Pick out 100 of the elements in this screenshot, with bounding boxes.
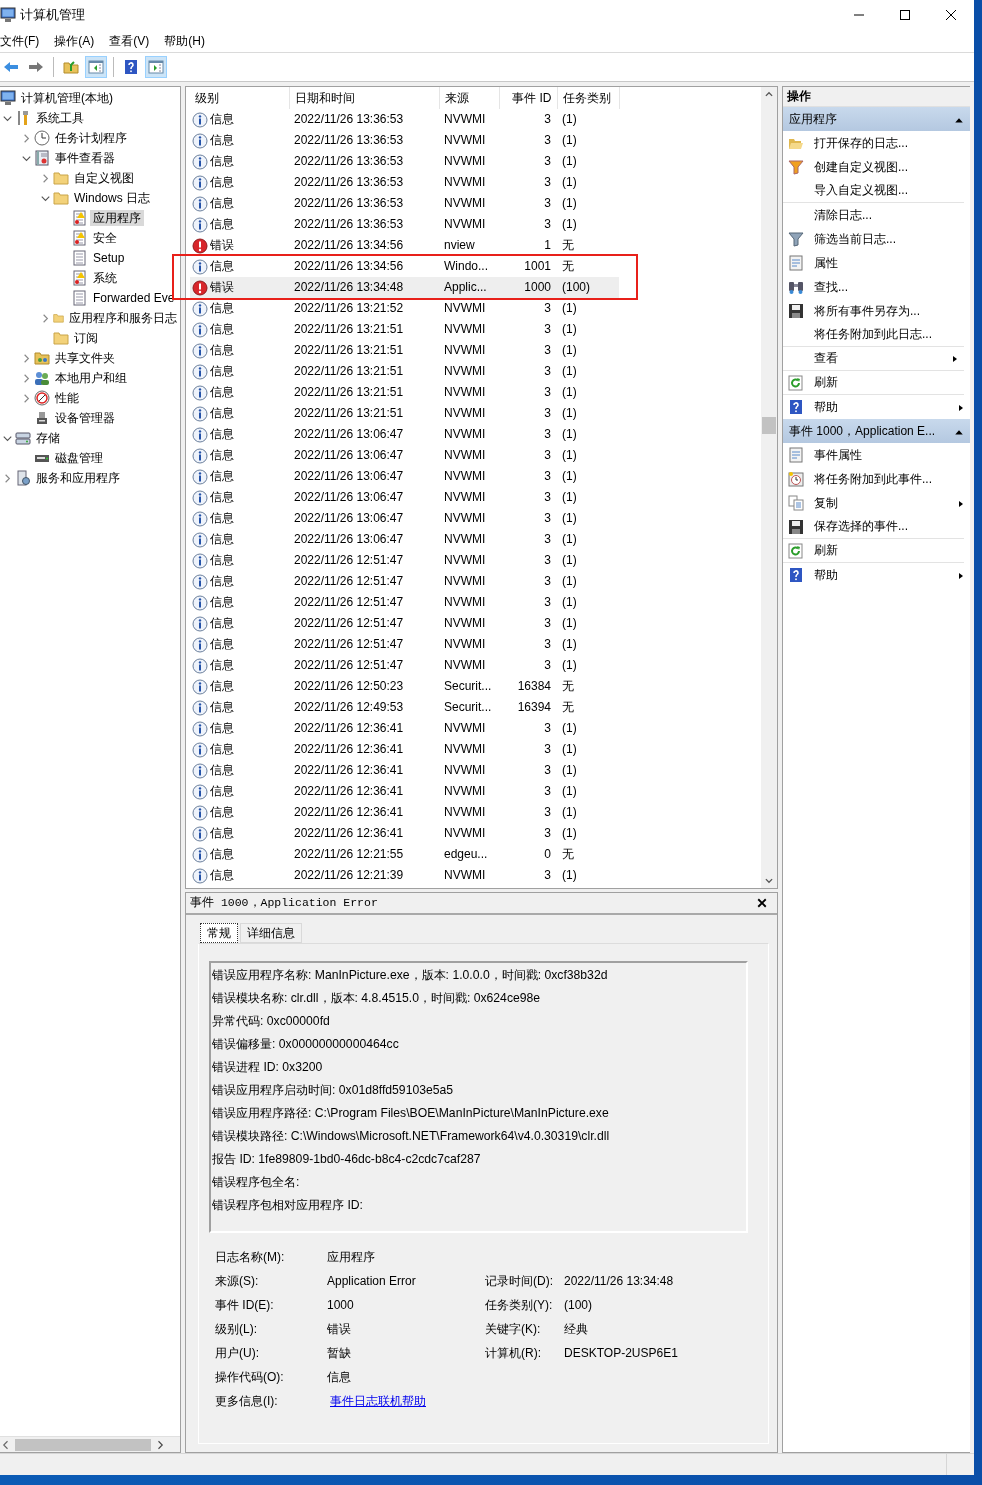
event-row[interactable]: 信息 2022/11/26 13:06:47 NVWMI 3 (1) [190,529,619,550]
action-item[interactable]: 导入自定义视图... [783,179,964,203]
event-row[interactable]: 信息 2022/11/26 13:21:51 NVWMI 3 (1) [190,319,619,340]
tab[interactable]: 常规 [200,923,238,944]
level-text: 信息 [210,595,234,610]
tools-icon [15,110,31,126]
info-icon [192,132,208,149]
action-item[interactable]: 刷新 [783,539,964,563]
event-row[interactable]: 信息 2022/11/26 12:51:47 NVWMI 3 (1) [190,655,619,676]
tree-item[interactable]: 订阅 [71,329,101,347]
action-item[interactable]: 事件属性 [783,443,970,467]
event-row[interactable]: 信息 2022/11/26 12:51:47 NVWMI 3 (1) [190,613,619,634]
action-item[interactable]: 打开保存的日志... [783,131,970,155]
event-row[interactable]: 信息 2022/11/26 12:51:47 NVWMI 3 (1) [190,634,619,655]
vertical-scrollbar[interactable] [761,87,777,888]
field-value: 暂缺 [327,1346,352,1363]
event-row[interactable]: 信息 2022/11/26 13:36:53 NVWMI 3 (1) [190,151,619,172]
action-item[interactable]: 刷新 [783,371,964,395]
event-row[interactable]: 错误 2022/11/26 13:34:56 nview 1 无 [190,235,619,256]
event-row[interactable]: 信息 2022/11/26 13:06:47 NVWMI 3 (1) [190,508,619,529]
event-id-text: 3 [544,322,551,337]
event-row[interactable]: 信息 2022/11/26 13:21:51 NVWMI 3 (1) [190,340,619,361]
event-row[interactable]: 信息 2022/11/26 12:36:41 NVWMI 3 (1) [190,802,619,823]
tree-item[interactable]: 系统工具 [33,109,87,127]
event-row[interactable]: 信息 2022/11/26 13:21:51 NVWMI 3 (1) [190,403,619,424]
event-row[interactable]: 信息 2022/11/26 13:06:47 NVWMI 3 (1) [190,466,619,487]
event-row[interactable]: 信息 2022/11/26 12:51:47 NVWMI 3 (1) [190,550,619,571]
tree-item[interactable]: 任务计划程序 [52,129,130,147]
event-row[interactable]: 信息 2022/11/26 13:06:47 NVWMI 3 (1) [190,424,619,445]
event-row[interactable]: 信息 2022/11/26 13:36:53 NVWMI 3 (1) [190,193,619,214]
tree-item[interactable]: 性能 [52,389,82,407]
column-header[interactable]: 日期和时间 [289,87,439,109]
source-text: NVWMI [444,553,486,568]
event-row[interactable]: 信息 2022/11/26 12:36:41 NVWMI 3 (1) [190,823,619,844]
event-row[interactable]: 信息 2022/11/26 12:36:41 NVWMI 3 (1) [190,781,619,802]
toolbar-button[interactable] [145,56,167,78]
tree-item[interactable]: 共享文件夹 [52,349,118,367]
tree-item[interactable]: 事件查看器 [52,149,118,167]
column-header[interactable]: 事件 ID [499,87,557,109]
tree-item[interactable]: 磁盘管理 [52,449,106,467]
event-row[interactable]: 信息 2022/11/26 13:06:47 NVWMI 3 (1) [190,445,619,466]
action-item[interactable]: 将任务附加到此日志... [783,323,964,347]
event-row[interactable]: 信息 2022/11/26 12:36:41 NVWMI 3 (1) [190,718,619,739]
tree-item[interactable]: 计算机管理(本地) [18,89,116,107]
event-row[interactable]: 信息 2022/11/26 12:51:47 NVWMI 3 (1) [190,592,619,613]
event-row[interactable]: 信息 2022/11/26 13:21:51 NVWMI 3 (1) [190,382,619,403]
tree-item[interactable]: 自定义视图 [71,169,137,187]
column-header[interactable]: 来源 [439,87,499,109]
tree-item[interactable]: 系统 [90,269,120,287]
menu-item[interactable]: 查看(V) [109,33,158,49]
event-row[interactable]: 信息 2022/11/26 12:49:53 Securit... 16394 无 [190,697,619,718]
section-header[interactable]: 应用程序 [783,107,970,131]
menu-item[interactable]: 文件(F) [0,33,48,49]
toolbar-button[interactable] [85,56,107,78]
tree-item[interactable]: 应用程序和服务日志 [66,309,180,327]
horizontal-scrollbar[interactable] [0,1436,180,1452]
event-row[interactable]: 错误 2022/11/26 13:34:48 Applic... 1000 (100) [190,277,619,298]
tree-item[interactable]: Windows 日志 [71,189,153,207]
action-item[interactable]: 筛选当前日志... [783,227,970,251]
event-row[interactable]: 信息 2022/11/26 12:21:39 NVWMI 3 (1) [190,865,619,886]
event-row[interactable]: 信息 2022/11/26 13:36:53 NVWMI 3 (1) [190,172,619,193]
section-header[interactable]: 事件 1000，Application E... [783,419,970,443]
event-row[interactable]: 信息 2022/11/26 12:21:55 edgeu... 0 无 [190,844,619,865]
event-row[interactable]: 信息 2022/11/26 13:06:47 NVWMI 3 (1) [190,487,619,508]
tree-item[interactable]: 本地用户和组 [52,369,130,387]
action-item[interactable]: 查看 [783,347,964,371]
action-item[interactable]: 复制 [783,491,970,515]
menu-item[interactable]: 帮助(H) [164,33,213,49]
event-row[interactable]: 信息 2022/11/26 13:36:53 NVWMI 3 (1) [190,109,619,130]
event-row[interactable]: 信息 2022/11/26 13:21:52 NVWMI 3 (1) [190,298,619,319]
action-item[interactable]: 清除日志... [783,203,970,227]
event-row[interactable]: 信息 2022/11/26 13:21:51 NVWMI 3 (1) [190,361,619,382]
tab[interactable]: 详细信息 [240,923,302,944]
tree-item[interactable]: Setup [90,249,128,267]
action-item[interactable]: 创建自定义视图... [783,155,970,179]
tree-item[interactable]: 服务和应用程序 [33,469,123,487]
tree-item[interactable]: 设备管理器 [52,409,118,427]
column-header[interactable]: 任务类别 [557,87,619,109]
event-row[interactable]: 信息 2022/11/26 12:50:23 Securit... 16384 无 [190,676,619,697]
tree-item[interactable]: 应用程序 [90,209,144,227]
action-item[interactable]: 查找... [783,275,970,299]
action-item[interactable]: 帮助 [783,563,970,587]
column-header[interactable]: 级别 [190,87,289,109]
event-row[interactable]: 信息 2022/11/26 13:36:53 NVWMI 3 (1) [190,130,619,151]
event-row[interactable]: 信息 2022/11/26 13:34:56 Windo... 1001 无 [190,256,619,277]
tree-item[interactable]: 存储 [33,429,63,447]
action-item[interactable]: 将任务附加到此事件... [783,467,970,491]
help-link[interactable]: 事件日志联机帮助 [327,1394,426,1409]
event-row[interactable]: 信息 2022/11/26 12:36:41 NVWMI 3 (1) [190,760,619,781]
event-row[interactable]: 信息 2022/11/26 13:36:53 NVWMI 3 (1) [190,214,619,235]
tree-item[interactable]: 安全 [90,229,120,247]
scrollbar-thumb[interactable] [15,1438,151,1451]
event-row[interactable]: 信息 2022/11/26 12:51:47 NVWMI 3 (1) [190,571,619,592]
action-item[interactable]: 帮助 [783,395,970,419]
action-item[interactable]: 将所有事件另存为... [783,299,970,323]
scrollbar-thumb[interactable] [762,417,776,434]
action-item[interactable]: 属性 [783,251,970,275]
event-row[interactable]: 信息 2022/11/26 12:36:41 NVWMI 3 (1) [190,739,619,760]
menu-item[interactable]: 操作(A) [54,33,103,49]
action-item[interactable]: 保存选择的事件... [783,515,964,539]
